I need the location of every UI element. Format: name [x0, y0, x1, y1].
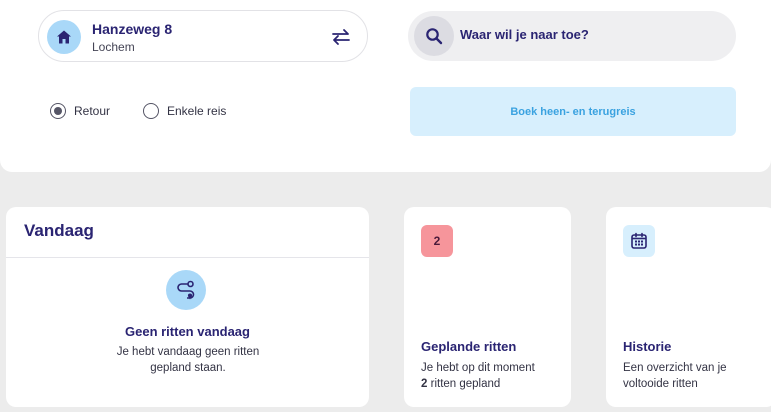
enkele-reis-radio[interactable] — [143, 103, 159, 119]
swap-arrows-icon[interactable] — [329, 25, 353, 49]
no-trips-text: Je hebt vandaag geen ritten gepland staa… — [116, 346, 260, 374]
history-text: Een overzicht van je voltooide ritten — [623, 362, 727, 390]
today-card: Vandaag Geen ritten vandaag Je hebt vand… — [6, 207, 369, 407]
book-return-trip-button[interactable]: Boek heen- en terugreis — [410, 87, 736, 136]
divider — [6, 257, 369, 258]
today-title: Vandaag — [24, 221, 94, 240]
planned-count-badge: 2 — [421, 225, 453, 257]
from-location-city: Lochem — [92, 40, 135, 54]
planned-text-suffix: ritten gepland — [430, 378, 501, 390]
planned-text-prefix: Je hebt op dit moment — [421, 362, 535, 374]
no-trips-title: Geen ritten vandaag — [125, 324, 250, 339]
destination-search-input[interactable] — [460, 27, 720, 42]
destination-search-field[interactable] — [408, 11, 736, 61]
from-location-field[interactable]: Hanzeweg 8 Lochem — [38, 10, 368, 62]
enkele-reis-option[interactable]: Enkele reis — [143, 103, 226, 119]
calendar-icon — [623, 225, 655, 257]
trip-planner-panel: Hanzeweg 8 Lochem Retour Enkele reis Boe… — [0, 0, 771, 172]
home-icon — [47, 20, 81, 54]
route-icon — [166, 270, 206, 310]
planned-trips-title: Geplande ritten — [421, 339, 517, 354]
retour-radio[interactable] — [50, 103, 66, 119]
history-card[interactable]: Historie Een overzicht van je voltooide … — [606, 207, 771, 407]
history-title: Historie — [623, 339, 672, 354]
search-icon — [414, 16, 454, 56]
planned-trips-card[interactable]: 2 Geplande ritten Je hebt op dit moment … — [404, 207, 571, 407]
retour-label: Retour — [74, 104, 111, 118]
planned-count-inline: 2 — [421, 378, 428, 390]
retour-option[interactable]: Retour — [50, 103, 110, 119]
planned-trips-text: Je hebt op dit moment 2 ritten gepland — [421, 360, 561, 392]
from-location-title: Hanzeweg 8 — [92, 21, 173, 37]
enkele-reis-label: Enkele reis — [167, 104, 227, 118]
